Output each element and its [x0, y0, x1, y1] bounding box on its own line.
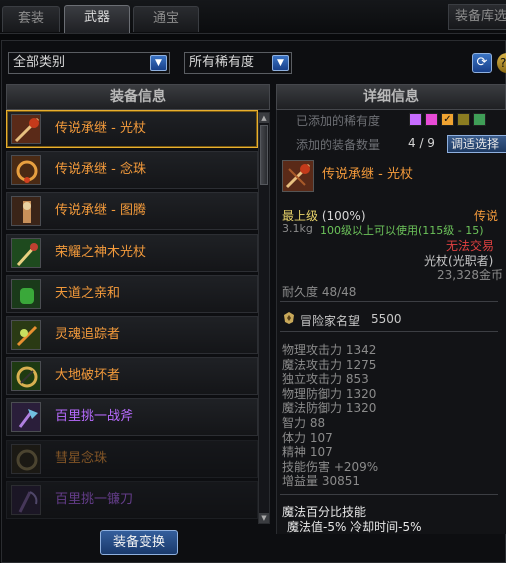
- list-item-name: 传说承继 - 图腾: [55, 203, 146, 219]
- item-weight: 3.1kg: [282, 222, 313, 235]
- totem-icon: [11, 196, 41, 227]
- rarity-dropdown[interactable]: 所有稀有度 ▼: [184, 52, 292, 74]
- scroll-up-icon[interactable]: ▲: [259, 113, 269, 123]
- rarity-swatch[interactable]: [473, 113, 486, 126]
- tab-tongbao[interactable]: 通宝: [133, 6, 199, 32]
- stat-value: 1320: [345, 401, 377, 416]
- equipment-convert-button[interactable]: 装备变换: [100, 530, 178, 555]
- list-item[interactable]: 百里挑一镰刀: [6, 480, 258, 519]
- list-item-name: 传说承继 - 光杖: [55, 121, 146, 136]
- list-item[interactable]: 天道之亲和: [6, 274, 258, 313]
- list-item-name: 灵魂追踪者: [55, 327, 121, 342]
- added-count-label: 添加的装备数量: [296, 138, 381, 152]
- wood-staff-icon: [11, 237, 41, 268]
- tab-suit[interactable]: 套装: [2, 6, 60, 32]
- scroll-down-icon[interactable]: ▼: [259, 513, 269, 523]
- rarity-swatch[interactable]: ✓: [441, 113, 454, 126]
- list-scrollbar[interactable]: ▲ ▼: [258, 112, 270, 524]
- list-item[interactable]: 灵魂追踪者: [6, 316, 258, 354]
- detail-item-name: 传说承继 - 光杖: [322, 167, 413, 182]
- soul-icon: [11, 320, 41, 350]
- axe-icon: [11, 402, 41, 433]
- rarity-value: 所有稀有度: [189, 55, 255, 70]
- fame-label: 冒险家名望: [300, 314, 361, 328]
- adjust-select-button[interactable]: 调适选择: [447, 135, 506, 153]
- category-dropdown[interactable]: 全部类别 ▼: [8, 52, 170, 74]
- list-item[interactable]: 百里挑一战斧: [6, 398, 258, 437]
- refresh-icon[interactable]: ⟳: [472, 53, 492, 73]
- equipment-info-header: 装备信息: [6, 84, 270, 110]
- chevron-down-icon[interactable]: ▼: [272, 55, 289, 71]
- list-item-name: 天道之亲和: [55, 285, 121, 301]
- divider: [280, 301, 498, 302]
- selected-item-staff-icon: [282, 160, 314, 192]
- list-item-name: 彗星念珠: [55, 450, 108, 466]
- item-durability: 耐久度 48/48: [282, 285, 357, 299]
- rarity-swatch[interactable]: [457, 113, 470, 126]
- divider: [280, 494, 498, 495]
- rarity-swatch[interactable]: [425, 113, 438, 126]
- list-item-name: 大地破坏者: [55, 368, 121, 384]
- item-level-req: 100级以上可以使用(115级 - 15): [320, 224, 484, 237]
- fame-value: 5500: [371, 312, 402, 326]
- detail-info-header: 详细信息: [276, 84, 506, 110]
- list-item[interactable]: 传说承继 - 念珠: [6, 151, 258, 190]
- staff-icon: [11, 114, 41, 144]
- check-icon: ✓: [443, 114, 452, 125]
- list-item-name: 百里挑一镰刀: [55, 491, 134, 507]
- rosary-icon: [11, 155, 41, 186]
- tab-equipment-library[interactable]: 装备库选: [448, 4, 506, 30]
- grade-text: 最上级: [282, 209, 319, 223]
- comet-icon: [11, 443, 41, 474]
- category-value: 全部类别: [13, 55, 66, 70]
- list-item[interactable]: 大地破坏者: [6, 357, 258, 396]
- equipment-list: 传说承继 - 光杖 传说承继 - 念珠 传说承继 - 图腾 荣耀之神木光杖 天道之亲和灵…: [6, 110, 258, 524]
- stat-row: 增益量 30851: [282, 472, 360, 489]
- grade-pct: (100%): [321, 209, 366, 223]
- earth-icon: [11, 361, 41, 392]
- tab-bar: 套装 武器 通宝 装备库选: [0, 0, 506, 34]
- item-price: 23,328金币: [437, 268, 503, 282]
- rarity-swatch[interactable]: [409, 113, 422, 126]
- list-item-name: 传说承继 - 念珠: [55, 162, 146, 178]
- scroll-thumb[interactable]: [260, 125, 268, 185]
- list-item-name: 荣耀之神木光杖: [55, 244, 147, 260]
- tab-weapon[interactable]: 武器: [64, 5, 130, 33]
- scythe-icon: [11, 484, 41, 515]
- stat-label: 增益量: [282, 474, 319, 489]
- list-item[interactable]: 彗星念珠: [6, 439, 258, 478]
- list-item[interactable]: 传说承继 - 光杖: [6, 110, 258, 148]
- added-rarity-label: 已添加的稀有度: [296, 114, 381, 128]
- skill-desc: 魔法值-5% 冷却时间-5%: [287, 520, 422, 534]
- stat-value: 30851: [321, 474, 361, 489]
- divider: [280, 331, 498, 332]
- list-item[interactable]: 传说承继 - 图腾: [6, 192, 258, 231]
- added-count: 4 / 9: [408, 136, 435, 150]
- glove-icon: [11, 278, 41, 309]
- chevron-down-icon[interactable]: ▼: [150, 55, 167, 71]
- fame-crest-icon: [282, 311, 296, 325]
- list-item-name: 百里挑一战斧: [55, 409, 134, 425]
- list-item[interactable]: 荣耀之神木光杖: [6, 233, 258, 272]
